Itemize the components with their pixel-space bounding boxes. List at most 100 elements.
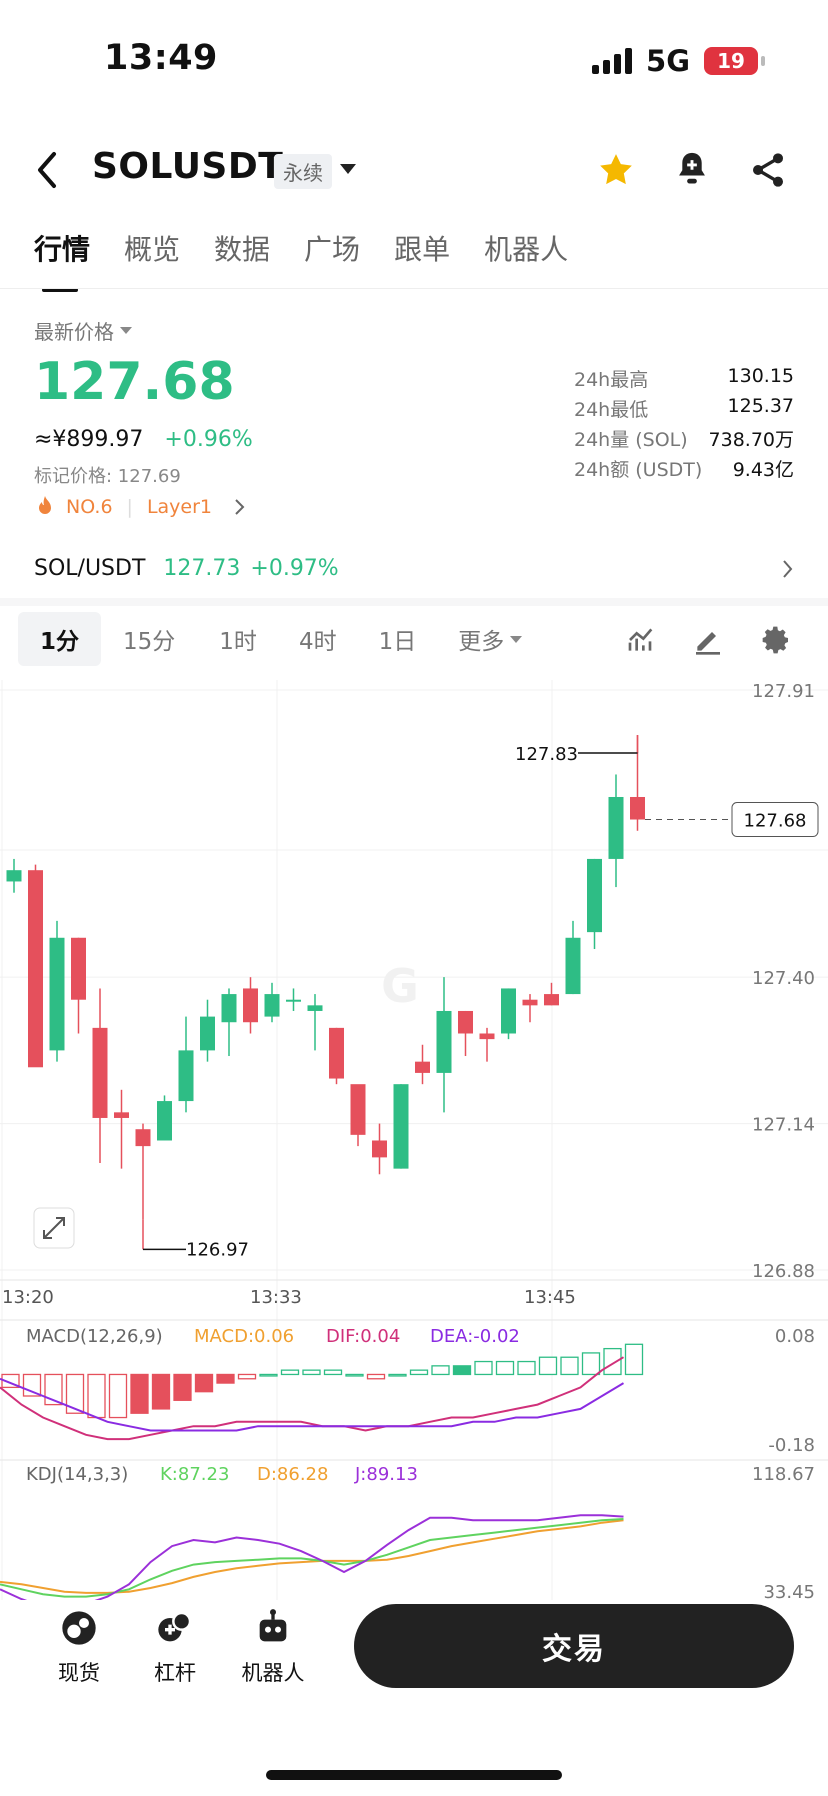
- kdj-panel: KDJ(14,3,3) K:87.23 D:86.28 J:89.13 118.67 33…: [0, 1464, 815, 1600]
- stat-value: 125.37: [727, 395, 794, 417]
- price-type-selector[interactable]: 最新价格: [34, 316, 132, 345]
- macd-histogram-bar: [452, 1365, 472, 1376]
- macd-histogram-bar: [517, 1360, 536, 1376]
- symbol-title[interactable]: SOLUSDT: [92, 146, 283, 187]
- macd-histogram-bar: [22, 1373, 42, 1397]
- tab-data[interactable]: 数据: [214, 228, 270, 268]
- tab-copy-trading[interactable]: 跟单: [394, 228, 450, 268]
- home-indicator: [266, 1770, 562, 1780]
- timeframe-more[interactable]: 更多: [458, 622, 523, 656]
- fire-icon: [39, 496, 51, 514]
- status-indicators: 5G 19: [592, 44, 765, 78]
- kdj-y-tick: 118.67: [752, 1464, 815, 1485]
- candle-body: [114, 1112, 129, 1118]
- back-button[interactable]: [30, 138, 70, 202]
- macd-histogram-bar: [538, 1356, 558, 1376]
- tab-market[interactable]: 行情: [34, 228, 90, 292]
- price-chart[interactable]: G 127.83126.97127.68 127.91127.40127.141…: [0, 680, 828, 1600]
- candle-body: [264, 994, 280, 1017]
- last-price: 127.68: [34, 352, 235, 412]
- nav-spot[interactable]: 现货: [34, 1608, 124, 1687]
- tab-bots[interactable]: 机器人: [484, 228, 568, 268]
- kdj-y-tick: 33.45: [763, 1582, 815, 1600]
- macd-histogram-bar: [366, 1373, 386, 1380]
- macd-panel: MACD(12,26,9) MACD:0.06 DIF:0.04 DEA:-0.02 0…: [0, 1326, 815, 1456]
- star-icon[interactable]: [596, 150, 636, 190]
- timeframe-1h[interactable]: 1时: [219, 622, 257, 656]
- macd-histogram-bar: [495, 1360, 515, 1376]
- trade-button[interactable]: 交易: [354, 1604, 794, 1688]
- k-value: K:87.23: [160, 1464, 229, 1485]
- watermark-logo: G: [381, 959, 419, 1013]
- tab-overview[interactable]: 概览: [124, 228, 180, 268]
- timeframe-4h[interactable]: 4时: [299, 622, 337, 656]
- stat-row: 24h最高 130.15: [574, 365, 794, 395]
- tab-square[interactable]: 广场: [304, 228, 360, 268]
- macd-histogram-bar: [216, 1373, 235, 1384]
- stat-value: 738.70万: [708, 429, 794, 451]
- price-change: +0.96%: [164, 427, 253, 452]
- stat-key: 24h最高: [574, 369, 649, 391]
- y-tick-label: 127.14: [752, 1115, 815, 1136]
- macd-y-tick: 0.08: [775, 1326, 815, 1347]
- price-type-label: 最新价格: [34, 320, 114, 344]
- candle-body: [393, 1084, 409, 1169]
- stat-row: 24h最低 125.37: [574, 395, 794, 425]
- rank-label: NO.6: [66, 496, 113, 518]
- timeframe-1d[interactable]: 1日: [379, 622, 417, 656]
- timeframe-1m[interactable]: 1分: [18, 612, 102, 666]
- spot-link-row[interactable]: SOL/USDT 127.73 +0.97%: [34, 556, 794, 581]
- nav-robot-label: 机器人: [241, 1661, 305, 1685]
- candle-body: [630, 796, 645, 820]
- candle-body: [501, 988, 516, 1034]
- bottom-bar: 现货 杠杆 机器人 交易: [0, 1600, 828, 1796]
- rank-row[interactable]: NO.6 | Layer1: [34, 495, 246, 519]
- candle-body: [71, 937, 86, 1000]
- macd-histogram-bar: [108, 1373, 128, 1419]
- timeframe-bar: 1分 15分 1时 4时 1日 更多: [18, 612, 523, 666]
- settings-gear-icon[interactable]: [760, 624, 792, 656]
- stat-row: 24h量 (SOL) 738.70万: [574, 425, 794, 455]
- chevron-right-icon: [783, 559, 793, 578]
- macd-histogram-bar: [345, 1373, 364, 1377]
- dea-value: DEA:-0.02: [430, 1326, 520, 1347]
- macd-histogram-bar: [130, 1373, 149, 1414]
- low-marker-label: 126.97: [186, 1239, 249, 1260]
- spot-icon: [62, 1611, 96, 1645]
- macd-histogram-bar: [302, 1369, 321, 1376]
- share-icon[interactable]: [748, 150, 788, 190]
- nav-leverage[interactable]: 杠杆: [130, 1608, 220, 1687]
- nav-robot[interactable]: 机器人: [228, 1608, 318, 1687]
- stat-key: 24h量 (SOL): [574, 429, 688, 451]
- timeframe-15m[interactable]: 15分: [123, 622, 175, 656]
- indicator-icon[interactable]: [626, 624, 658, 656]
- macd-histogram-bar: [194, 1373, 214, 1393]
- candle-body: [243, 988, 258, 1023]
- macd-histogram-bar: [560, 1356, 579, 1376]
- candle-body: [587, 858, 602, 933]
- candle-body: [178, 1050, 194, 1102]
- chevron-right-icon: [235, 499, 245, 515]
- main-tabs: 行情 概览 数据 广场 跟单 机器人: [34, 228, 602, 292]
- draw-icon[interactable]: [692, 624, 724, 656]
- y-tick-label: 127.40: [752, 968, 815, 989]
- battery-level: 19: [717, 49, 745, 73]
- bell-plus-icon[interactable]: [672, 148, 712, 190]
- candle-body: [49, 937, 65, 1051]
- macd-histogram-bar: [624, 1343, 644, 1376]
- candle-body: [565, 937, 581, 995]
- macd-histogram-bar: [581, 1352, 601, 1376]
- kdj-title: KDJ(14,3,3): [26, 1464, 128, 1485]
- symbol-dropdown-icon[interactable]: [340, 164, 356, 174]
- last-price-tag-label: 127.68: [744, 811, 807, 832]
- price-cny-row: ≈¥899.97 +0.96%: [34, 427, 253, 452]
- stat-key: 24h最低: [574, 399, 649, 421]
- x-tick-label: 13:33: [250, 1287, 302, 1308]
- macd-y-tick: -0.18: [768, 1435, 815, 1456]
- stat-value: 130.15: [727, 365, 794, 387]
- macd-histogram-bar: [87, 1373, 106, 1419]
- sector-label: Layer1: [146, 496, 212, 518]
- macd-histogram-bar: [237, 1373, 257, 1380]
- spot-price: 127.73: [163, 556, 241, 581]
- fullscreen-button[interactable]: [33, 1207, 75, 1249]
